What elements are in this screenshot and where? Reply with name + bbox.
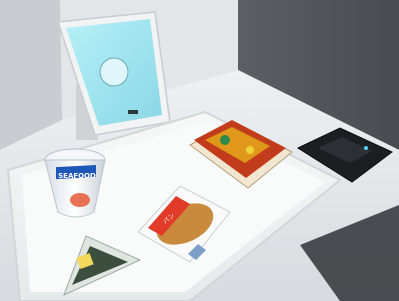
card-reader-light	[364, 146, 368, 150]
tablet-mascot	[99, 57, 129, 87]
card-reader-button	[300, 137, 306, 143]
noodle-cup-label: SEAFOOD	[58, 172, 96, 180]
yakisoba-garnish-2	[246, 146, 254, 154]
kiosk-photo: SEAFOOD パン	[0, 0, 399, 301]
tablet-screen-button	[128, 110, 138, 114]
noodle-cup-seafood-art	[70, 193, 90, 207]
yakisoba-garnish	[220, 135, 230, 145]
